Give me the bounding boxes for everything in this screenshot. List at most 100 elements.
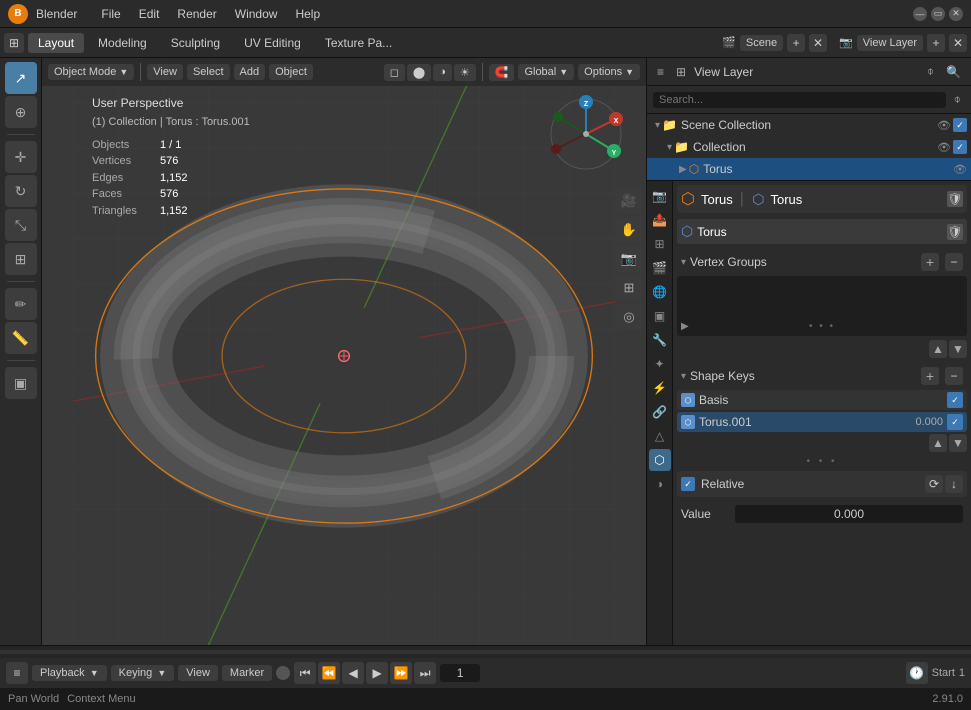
pan-btn[interactable]: ✋ xyxy=(616,217,642,243)
props-physics-icon[interactable]: ⚡ xyxy=(649,377,671,399)
props-world-icon[interactable]: 🌐 xyxy=(649,281,671,303)
sc-check[interactable]: ✓ xyxy=(953,118,967,132)
view-layer-dropdown[interactable]: View Layer xyxy=(857,35,923,51)
menu-render[interactable]: Render xyxy=(169,5,224,23)
cursor-tool[interactable]: ⊕ xyxy=(5,96,37,128)
maximize-button[interactable]: ▭ xyxy=(931,7,945,21)
basis-check[interactable]: ✓ xyxy=(947,392,963,408)
annotate-tool[interactable]: ✏ xyxy=(5,288,37,320)
relative-checkbox[interactable]: ✓ xyxy=(681,477,695,491)
scene-add[interactable]: + xyxy=(787,34,805,52)
view-layer-add[interactable]: + xyxy=(927,34,945,52)
props-modifier-icon[interactable]: 🔧 xyxy=(649,329,671,351)
transform-tool[interactable]: ⊞ xyxy=(5,243,37,275)
add-cube-tool[interactable]: ▣ xyxy=(5,367,37,399)
basis-shape-key-row[interactable]: ⬡ Basis ✓ xyxy=(677,390,967,410)
mesh-shield-btn[interactable]: 🛡 xyxy=(947,224,963,240)
menu-file[interactable]: File xyxy=(93,5,128,23)
shading-solid[interactable]: ⬤ xyxy=(407,64,431,81)
move-tool[interactable]: ✛ xyxy=(5,141,37,173)
playback-btn[interactable]: Playback ▼ xyxy=(32,665,107,681)
marker-btn[interactable]: Marker xyxy=(222,665,272,681)
shading-rendered[interactable]: ☀ xyxy=(454,64,476,81)
props-shield-icon[interactable]: 🛡 xyxy=(947,191,963,207)
rel-icon-2[interactable]: ↓ xyxy=(945,475,963,493)
menu-edit[interactable]: Edit xyxy=(131,5,168,23)
vg-down-btn[interactable]: ▼ xyxy=(949,340,967,358)
shape-keys-section-header[interactable]: ▾ Shape Keys + − xyxy=(677,364,967,388)
torus001-check[interactable]: ✓ xyxy=(947,414,963,430)
jump-end-btn[interactable]: ⏭ xyxy=(414,662,436,684)
shading-material[interactable]: ◑ xyxy=(433,64,452,81)
viewport-options-object[interactable]: Object xyxy=(269,64,313,80)
menu-window[interactable]: Window xyxy=(227,5,286,23)
viewport-options-add[interactable]: Add xyxy=(234,64,266,80)
step-forward-btn[interactable]: ⏩ xyxy=(390,662,412,684)
view-layer-remove[interactable]: ✕ xyxy=(949,34,967,52)
shading-wireframe[interactable]: ◻ xyxy=(384,64,405,81)
viewport-options-view[interactable]: View xyxy=(147,64,183,80)
col-arrow[interactable]: ▾ xyxy=(667,142,672,153)
select-tool[interactable]: ↗ xyxy=(5,62,37,94)
timeline-scrubber[interactable] xyxy=(0,646,971,658)
current-frame[interactable]: 1 xyxy=(440,664,480,682)
tab-modeling[interactable]: Modeling xyxy=(88,33,157,53)
rel-icon-1[interactable]: ⟳ xyxy=(925,475,943,493)
props-view-layer-icon[interactable]: ⊞ xyxy=(649,233,671,255)
vertex-groups-section-header[interactable]: ▾ Vertex Groups + − xyxy=(677,250,967,274)
props-output-icon[interactable]: 📤 xyxy=(649,209,671,231)
shape-keys-add-btn[interactable]: + xyxy=(921,367,939,385)
torus-arrow[interactable]: ▶ xyxy=(679,164,687,175)
scene-remove[interactable]: ✕ xyxy=(809,34,827,52)
vg-up-btn[interactable]: ▲ xyxy=(929,340,947,358)
scale-tool[interactable]: ⤡ xyxy=(5,209,37,241)
props-mesh-icon[interactable]: ⬡ xyxy=(649,449,671,471)
camera-view-btn[interactable]: 📷 xyxy=(616,246,642,272)
view-btn[interactable]: View xyxy=(178,665,218,681)
play-reverse-btn[interactable]: ◀ xyxy=(342,662,364,684)
options-dropdown[interactable]: Options ▼ xyxy=(578,64,640,80)
props-constraints-icon[interactable]: 🔗 xyxy=(649,401,671,423)
sc-arrow[interactable]: ▾ xyxy=(655,120,660,131)
props-material-icon[interactable]: ◑ xyxy=(649,473,671,495)
jump-start-btn[interactable]: ⏮ xyxy=(294,662,316,684)
tab-texture-paint[interactable]: Texture Pa... xyxy=(315,33,402,53)
viewport-options-select[interactable]: Select xyxy=(187,64,230,80)
tab-layout[interactable]: Layout xyxy=(28,33,84,53)
torus001-shape-key-row[interactable]: ⬡ Torus.001 0.000 ✓ xyxy=(677,412,967,432)
tab-uv-editing[interactable]: UV Editing xyxy=(234,33,311,53)
viewport-3d[interactable]: Object Mode ▼ View Select Add Object ◻ ⬤… xyxy=(42,58,646,645)
playhead-indicator[interactable] xyxy=(276,666,290,680)
minimize-button[interactable]: — xyxy=(913,7,927,21)
vertex-groups-remove-btn[interactable]: − xyxy=(945,253,963,271)
menu-help[interactable]: Help xyxy=(287,5,328,23)
scene-collection-row[interactable]: ▾ 📁 Scene Collection 👁 ✓ xyxy=(647,114,971,136)
props-object-icon[interactable]: ▣ xyxy=(649,305,671,327)
zoom-camera-btn[interactable]: 🎥 xyxy=(616,188,642,214)
timeline-mode-btn[interactable]: ≡ xyxy=(6,662,28,684)
keying-btn[interactable]: Keying ▼ xyxy=(111,665,175,681)
shape-keys-remove-btn[interactable]: − xyxy=(945,367,963,385)
col-visibility[interactable]: 👁 xyxy=(937,141,951,154)
measure-tool[interactable]: 📏 xyxy=(5,322,37,354)
outliner-mode-icon[interactable]: ≡ xyxy=(653,63,668,81)
outliner-display-icon[interactable]: ⊞ xyxy=(672,63,690,81)
vertex-groups-add-btn[interactable]: + xyxy=(921,253,939,271)
proportional-edit-btn[interactable]: ◎ xyxy=(616,304,642,330)
sk-up-btn[interactable]: ▲ xyxy=(929,434,947,452)
value-input[interactable] xyxy=(735,505,963,523)
collection-row[interactable]: ▾ 📁 Collection 👁 ✓ xyxy=(647,136,971,158)
sc-visibility[interactable]: 👁 xyxy=(937,119,951,132)
outliner-search-btn[interactable]: 🔍 xyxy=(942,63,965,81)
sk-down-btn[interactable]: ▼ xyxy=(949,434,967,452)
outliner-filter-btn[interactable]: ⌽ xyxy=(950,90,965,109)
filter-icon[interactable]: ⌽ xyxy=(923,62,938,81)
outliner-search-input[interactable] xyxy=(653,92,946,108)
props-render-icon[interactable]: 📷 xyxy=(649,185,671,207)
render-region-btn[interactable]: ⊞ xyxy=(616,275,642,301)
tab-sculpting[interactable]: Sculpting xyxy=(161,33,230,53)
props-object-data-icon[interactable]: △ xyxy=(649,425,671,447)
object-mode-dropdown[interactable]: Object Mode ▼ xyxy=(48,64,134,80)
close-button[interactable]: ✕ xyxy=(949,7,963,21)
scene-dropdown[interactable]: Scene xyxy=(740,35,783,51)
